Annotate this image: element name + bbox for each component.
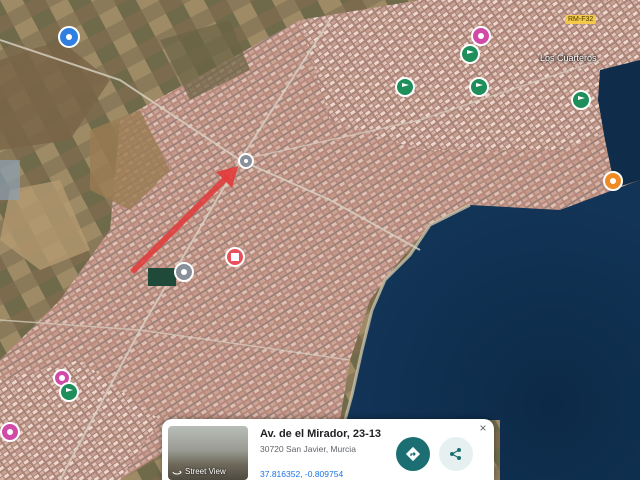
street-view-thumbnail[interactable]: Street View — [168, 426, 248, 480]
greenhouse — [0, 160, 20, 200]
street-view-label: Street View — [172, 466, 226, 476]
pin-icon[interactable] — [603, 171, 623, 191]
close-button[interactable]: × — [476, 421, 490, 435]
park-icon[interactable] — [571, 90, 591, 110]
place-card: Street View Av. de el Mirador, 23-13 307… — [162, 419, 494, 480]
directions-button[interactable] — [396, 437, 430, 471]
pin-icon[interactable] — [0, 422, 20, 442]
park-icon[interactable] — [469, 77, 489, 97]
town-label: Los Cuarteros — [540, 53, 597, 63]
place-coordinates[interactable]: 37.816352, -0.809754 — [260, 469, 343, 479]
road-badge: RM-F32 — [565, 15, 597, 24]
share-button[interactable] — [439, 437, 473, 471]
park-icon[interactable] — [59, 382, 79, 402]
satellite-map[interactable] — [0, 0, 640, 480]
share-icon — [450, 448, 461, 460]
pin-icon[interactable] — [471, 26, 491, 46]
pin-icon[interactable] — [58, 26, 80, 48]
place-title: Av. de el Mirador, 23-13 — [260, 428, 382, 440]
pond — [148, 268, 176, 286]
park-icon[interactable] — [395, 77, 415, 97]
directions-icon — [405, 446, 421, 462]
pin-icon[interactable] — [174, 262, 194, 282]
pin-icon[interactable] — [225, 247, 245, 267]
pin-icon[interactable] — [238, 153, 254, 169]
place-address: 30720 San Javier, Murcia — [260, 444, 356, 454]
rotate-360-icon — [172, 470, 182, 475]
park-icon[interactable] — [460, 44, 480, 64]
